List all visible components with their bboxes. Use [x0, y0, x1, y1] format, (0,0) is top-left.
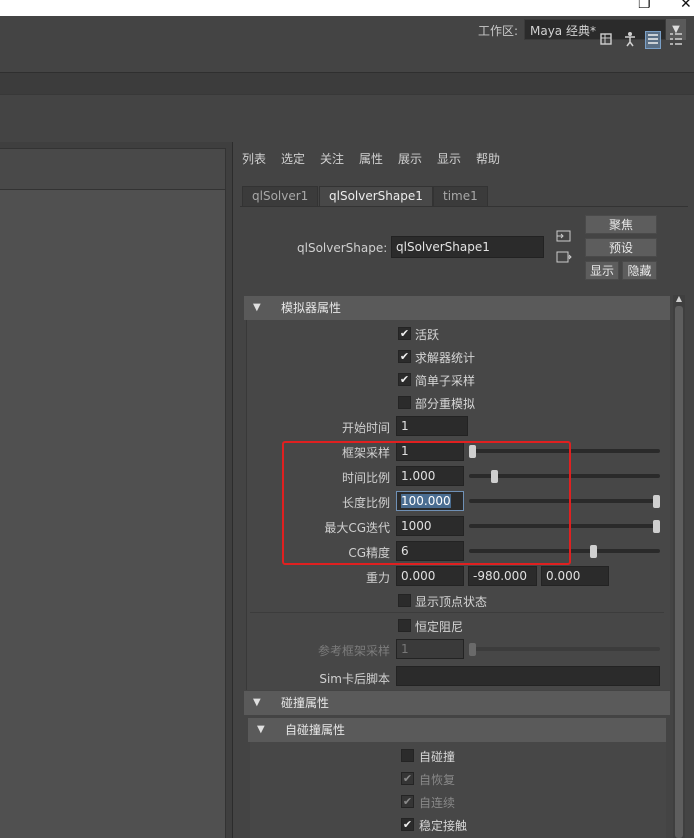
active-label: 活跃	[415, 328, 440, 342]
stable-contact-checkbox[interactable]: ✔	[401, 818, 414, 831]
section-title: 自碰撞属性	[285, 723, 346, 737]
show-button[interactable]: 显示	[585, 261, 619, 280]
gravity-label: 重力	[365, 571, 390, 585]
start-time-label: 开始时间	[341, 421, 390, 435]
section-collision-attributes[interactable]: ▼ 碰撞属性	[244, 691, 670, 715]
menu-display[interactable]: 显示	[437, 150, 461, 167]
self-continuous-label: 自连续	[419, 796, 456, 810]
preset-button[interactable]: 预设	[585, 238, 657, 257]
focus-button[interactable]: 聚焦	[585, 215, 657, 234]
window-titlebar: ❐ ✕	[0, 0, 694, 16]
close-window-icon[interactable]: ✕	[680, 0, 692, 12]
menu-select[interactable]: 选定	[281, 150, 305, 167]
constant-damping-label: 恒定阻尼	[415, 620, 464, 634]
tab-qlsolvershape1[interactable]: qlSolverShape1	[319, 186, 433, 207]
collapse-arrow-icon[interactable]: ▼	[253, 691, 261, 715]
menu-help[interactable]: 帮助	[476, 150, 500, 167]
shape-name-field[interactable]: qlSolverShape1	[391, 236, 544, 258]
length-scale-slider-handle[interactable]	[653, 495, 660, 508]
section-self-collision-attributes[interactable]: ▼ 自碰撞属性	[248, 718, 666, 742]
max-cg-iterations-slider-handle[interactable]	[653, 520, 660, 533]
gravity-z-field[interactable]: 0.000	[541, 566, 609, 586]
self-collide-label: 自碰撞	[419, 750, 456, 764]
collapse-arrow-icon[interactable]: ▼	[257, 718, 265, 742]
section-simulator-attributes[interactable]: ▼ 模拟器属性	[244, 296, 670, 320]
show-vertex-state-label: 显示顶点状态	[415, 595, 488, 609]
self-recover-checkbox: ✔	[401, 772, 414, 785]
solver-stats-checkbox[interactable]: ✔	[398, 350, 411, 363]
ref-frame-samples-slider	[469, 647, 660, 651]
scroll-up-icon[interactable]: ▲	[673, 294, 685, 304]
channel-list-icon[interactable]	[668, 31, 684, 49]
scrollbar-thumb[interactable]	[675, 306, 683, 838]
ref-frame-samples-label: 参考框架采样	[317, 644, 390, 658]
gravity-y-field[interactable]: -980.000	[468, 566, 537, 586]
divider	[250, 612, 664, 613]
sculpt-icon[interactable]	[598, 31, 614, 49]
highlight-annotation	[282, 441, 571, 565]
ref-frame-samples-field: 1	[396, 639, 464, 659]
tab-divider	[240, 206, 688, 207]
section-title: 碰撞属性	[281, 696, 330, 710]
restore-window-icon[interactable]: ❐	[638, 0, 651, 12]
self-collide-checkbox[interactable]	[401, 749, 414, 762]
simple-subsample-checkbox[interactable]: ✔	[398, 373, 411, 386]
start-time-field[interactable]: 1	[396, 416, 468, 436]
left-panel-body[interactable]	[0, 190, 226, 838]
collapse-arrow-icon[interactable]: ▼	[253, 296, 261, 320]
secondary-toolbar	[0, 72, 694, 94]
partial-resim-label: 部分重模拟	[415, 397, 476, 411]
attribute-editor-icon[interactable]	[645, 31, 661, 49]
menu-focus[interactable]: 关注	[320, 150, 344, 167]
gravity-x-field[interactable]: 0.000	[396, 566, 464, 586]
section-title: 模拟器属性	[281, 301, 342, 315]
copy-tab-icon[interactable]	[556, 250, 573, 264]
shape-name-label: qlSolverShape:	[297, 241, 388, 255]
cg-accuracy-slider-handle[interactable]	[590, 545, 598, 558]
workspace-label: 工作区:	[478, 24, 519, 38]
tertiary-toolbar	[0, 94, 694, 142]
left-panel-header	[0, 148, 226, 190]
post-sim-script-field[interactable]	[396, 666, 660, 686]
partial-resim-checkbox[interactable]	[398, 396, 411, 409]
top-toolbar: 工作区: Maya 经典* ▼	[0, 16, 694, 72]
ref-frame-samples-slider-handle	[469, 643, 476, 656]
solver-stats-label: 求解器统计	[415, 351, 476, 365]
menu-show[interactable]: 展示	[398, 150, 422, 167]
tab-qlsolver1[interactable]: qlSolver1	[242, 186, 319, 207]
simple-subsample-label: 简单子采样	[415, 374, 476, 388]
load-attributes-icon[interactable]	[556, 229, 573, 243]
self-continuous-checkbox: ✔	[401, 795, 414, 808]
menu-list[interactable]: 列表	[242, 150, 266, 167]
stable-contact-label: 稳定接触	[419, 819, 468, 833]
post-sim-script-label: Sim卡后脚本	[319, 672, 390, 686]
figure-icon[interactable]	[622, 31, 638, 49]
show-vertex-state-checkbox[interactable]	[398, 594, 411, 607]
hide-button[interactable]: 隐藏	[622, 261, 657, 280]
self-recover-label: 自恢复	[419, 773, 456, 787]
active-checkbox[interactable]: ✔	[398, 327, 411, 340]
tab-time1[interactable]: time1	[433, 186, 488, 207]
menu-attributes[interactable]: 属性	[359, 150, 383, 167]
constant-damping-checkbox[interactable]	[398, 619, 411, 632]
